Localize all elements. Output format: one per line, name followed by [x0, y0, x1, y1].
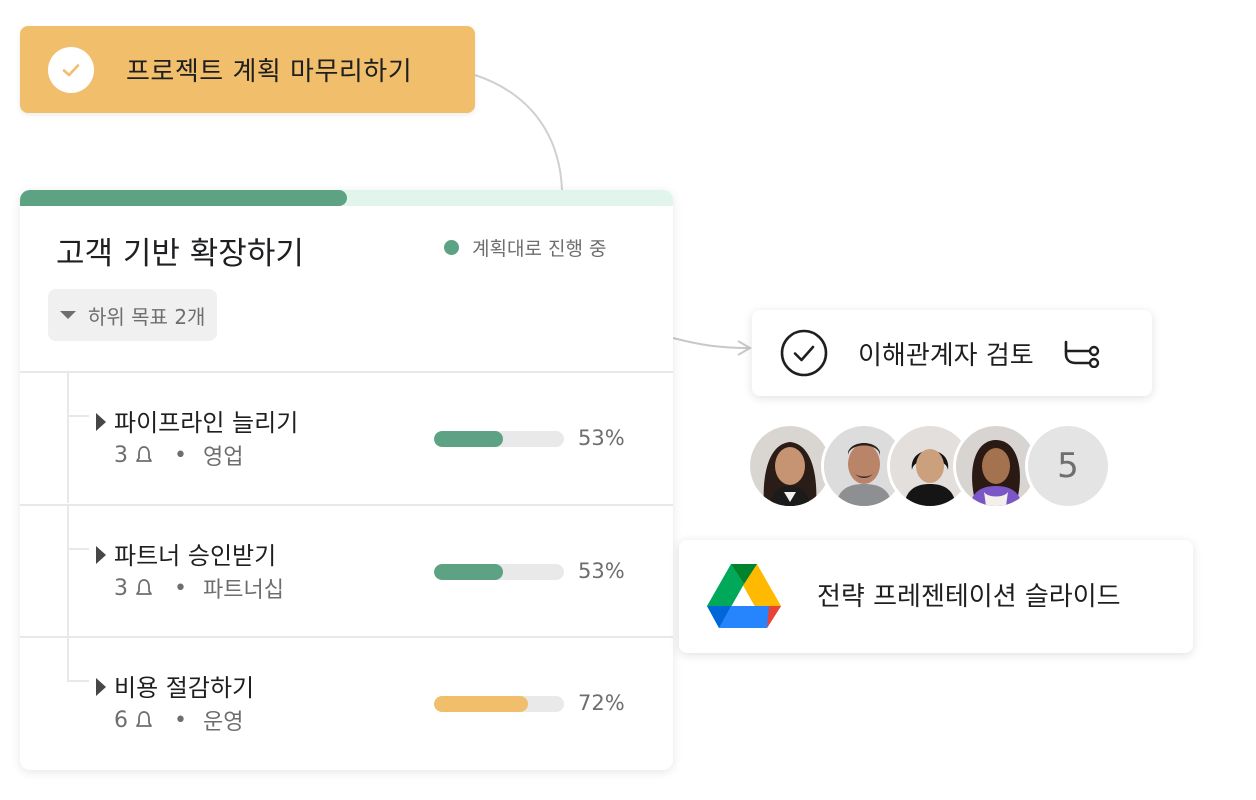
tree-branch: [67, 415, 89, 417]
goal-progress-fill: [20, 190, 347, 206]
subgoal-meta: 3 • 파트너십: [114, 572, 284, 604]
drive-attachment-card[interactable]: 전략 프레젠테이션 슬라이드: [679, 540, 1193, 653]
goal-progress-bar: [20, 190, 673, 206]
subgoal-count: 3: [114, 442, 128, 468]
drive-file-name: 전략 프레젠테이션 슬라이드: [817, 582, 1121, 612]
dot-separator: •: [174, 707, 187, 733]
subgoal-row[interactable]: 파이프라인 늘리기 3 • 영업 53%: [20, 371, 673, 503]
subgoals-toggle-label: 하위 목표 2개: [88, 304, 206, 329]
subgoal-count: 6: [114, 707, 128, 733]
tree-line: [67, 638, 69, 682]
subgoal-percent: 72%: [578, 691, 625, 715]
status-text: 계획대로 진행 중: [472, 238, 607, 260]
subgoal-meta: 6 • 운영: [114, 704, 243, 736]
expand-caret-icon[interactable]: [96, 546, 106, 564]
subgoals-toggle-button[interactable]: 하위 목표 2개: [48, 289, 218, 341]
bell-icon: [134, 445, 154, 465]
tree-line: [67, 373, 69, 503]
check-icon[interactable]: [48, 46, 94, 93]
status-badge: 계획대로 진행 중: [444, 234, 606, 261]
subgoal-percent: 53%: [578, 426, 625, 450]
status-dot-icon: [444, 240, 459, 255]
goal-card[interactable]: 고객 기반 확장하기 계획대로 진행 중 하위 목표 2개 파이프라인 늘리기 …: [20, 190, 673, 770]
more-avatars-count[interactable]: 5: [1028, 426, 1108, 506]
subgoal-name: 파트너 승인받기: [114, 542, 277, 570]
subgoal-team: 운영: [202, 710, 244, 735]
avatar[interactable]: [750, 426, 830, 506]
subgoal-team: 영업: [202, 445, 244, 470]
subgoal-progress-bar: [434, 564, 564, 580]
subgoal-count: 3: [114, 575, 128, 601]
expand-caret-icon[interactable]: [96, 413, 106, 431]
bell-icon: [134, 578, 154, 598]
subgoal-name: 비용 절감하기: [114, 674, 255, 702]
expand-caret-icon[interactable]: [96, 678, 106, 696]
subgoal-team: 파트너십: [202, 578, 284, 603]
subgoal-progress-bar: [434, 696, 564, 712]
bell-icon: [134, 710, 154, 730]
subgoal-percent: 53%: [578, 559, 625, 583]
subgoal-meta: 3 • 영업: [114, 439, 243, 471]
tree-branch: [67, 548, 89, 550]
dot-separator: •: [174, 442, 187, 468]
tree-line: [67, 506, 69, 636]
review-label: 이해관계자 검토: [858, 340, 1034, 371]
google-drive-icon: [707, 562, 781, 632]
tree-branch: [67, 680, 89, 682]
subgoal-name: 파이프라인 늘리기: [114, 409, 299, 437]
task-label: 프로젝트 계획 마무리하기: [126, 57, 413, 87]
avatar[interactable]: [956, 426, 1036, 506]
check-circle-icon[interactable]: [780, 329, 828, 377]
task-chip[interactable]: 프로젝트 계획 마무리하기: [20, 26, 475, 113]
dot-separator: •: [174, 575, 187, 601]
approval-icon[interactable]: [1062, 338, 1100, 368]
subgoal-progress-fill: [434, 431, 503, 447]
subgoal-progress-fill: [434, 696, 528, 712]
review-task-card[interactable]: 이해관계자 검토: [752, 310, 1152, 396]
subgoal-progress-fill: [434, 564, 503, 580]
caret-down-icon: [60, 311, 76, 319]
subgoal-row[interactable]: 파트너 승인받기 3 • 파트너십 53%: [20, 504, 673, 636]
subgoal-progress-bar: [434, 431, 564, 447]
goal-title: 고객 기반 확장하기: [56, 236, 304, 272]
subgoal-row[interactable]: 비용 절감하기 6 • 운영 72%: [20, 636, 673, 770]
